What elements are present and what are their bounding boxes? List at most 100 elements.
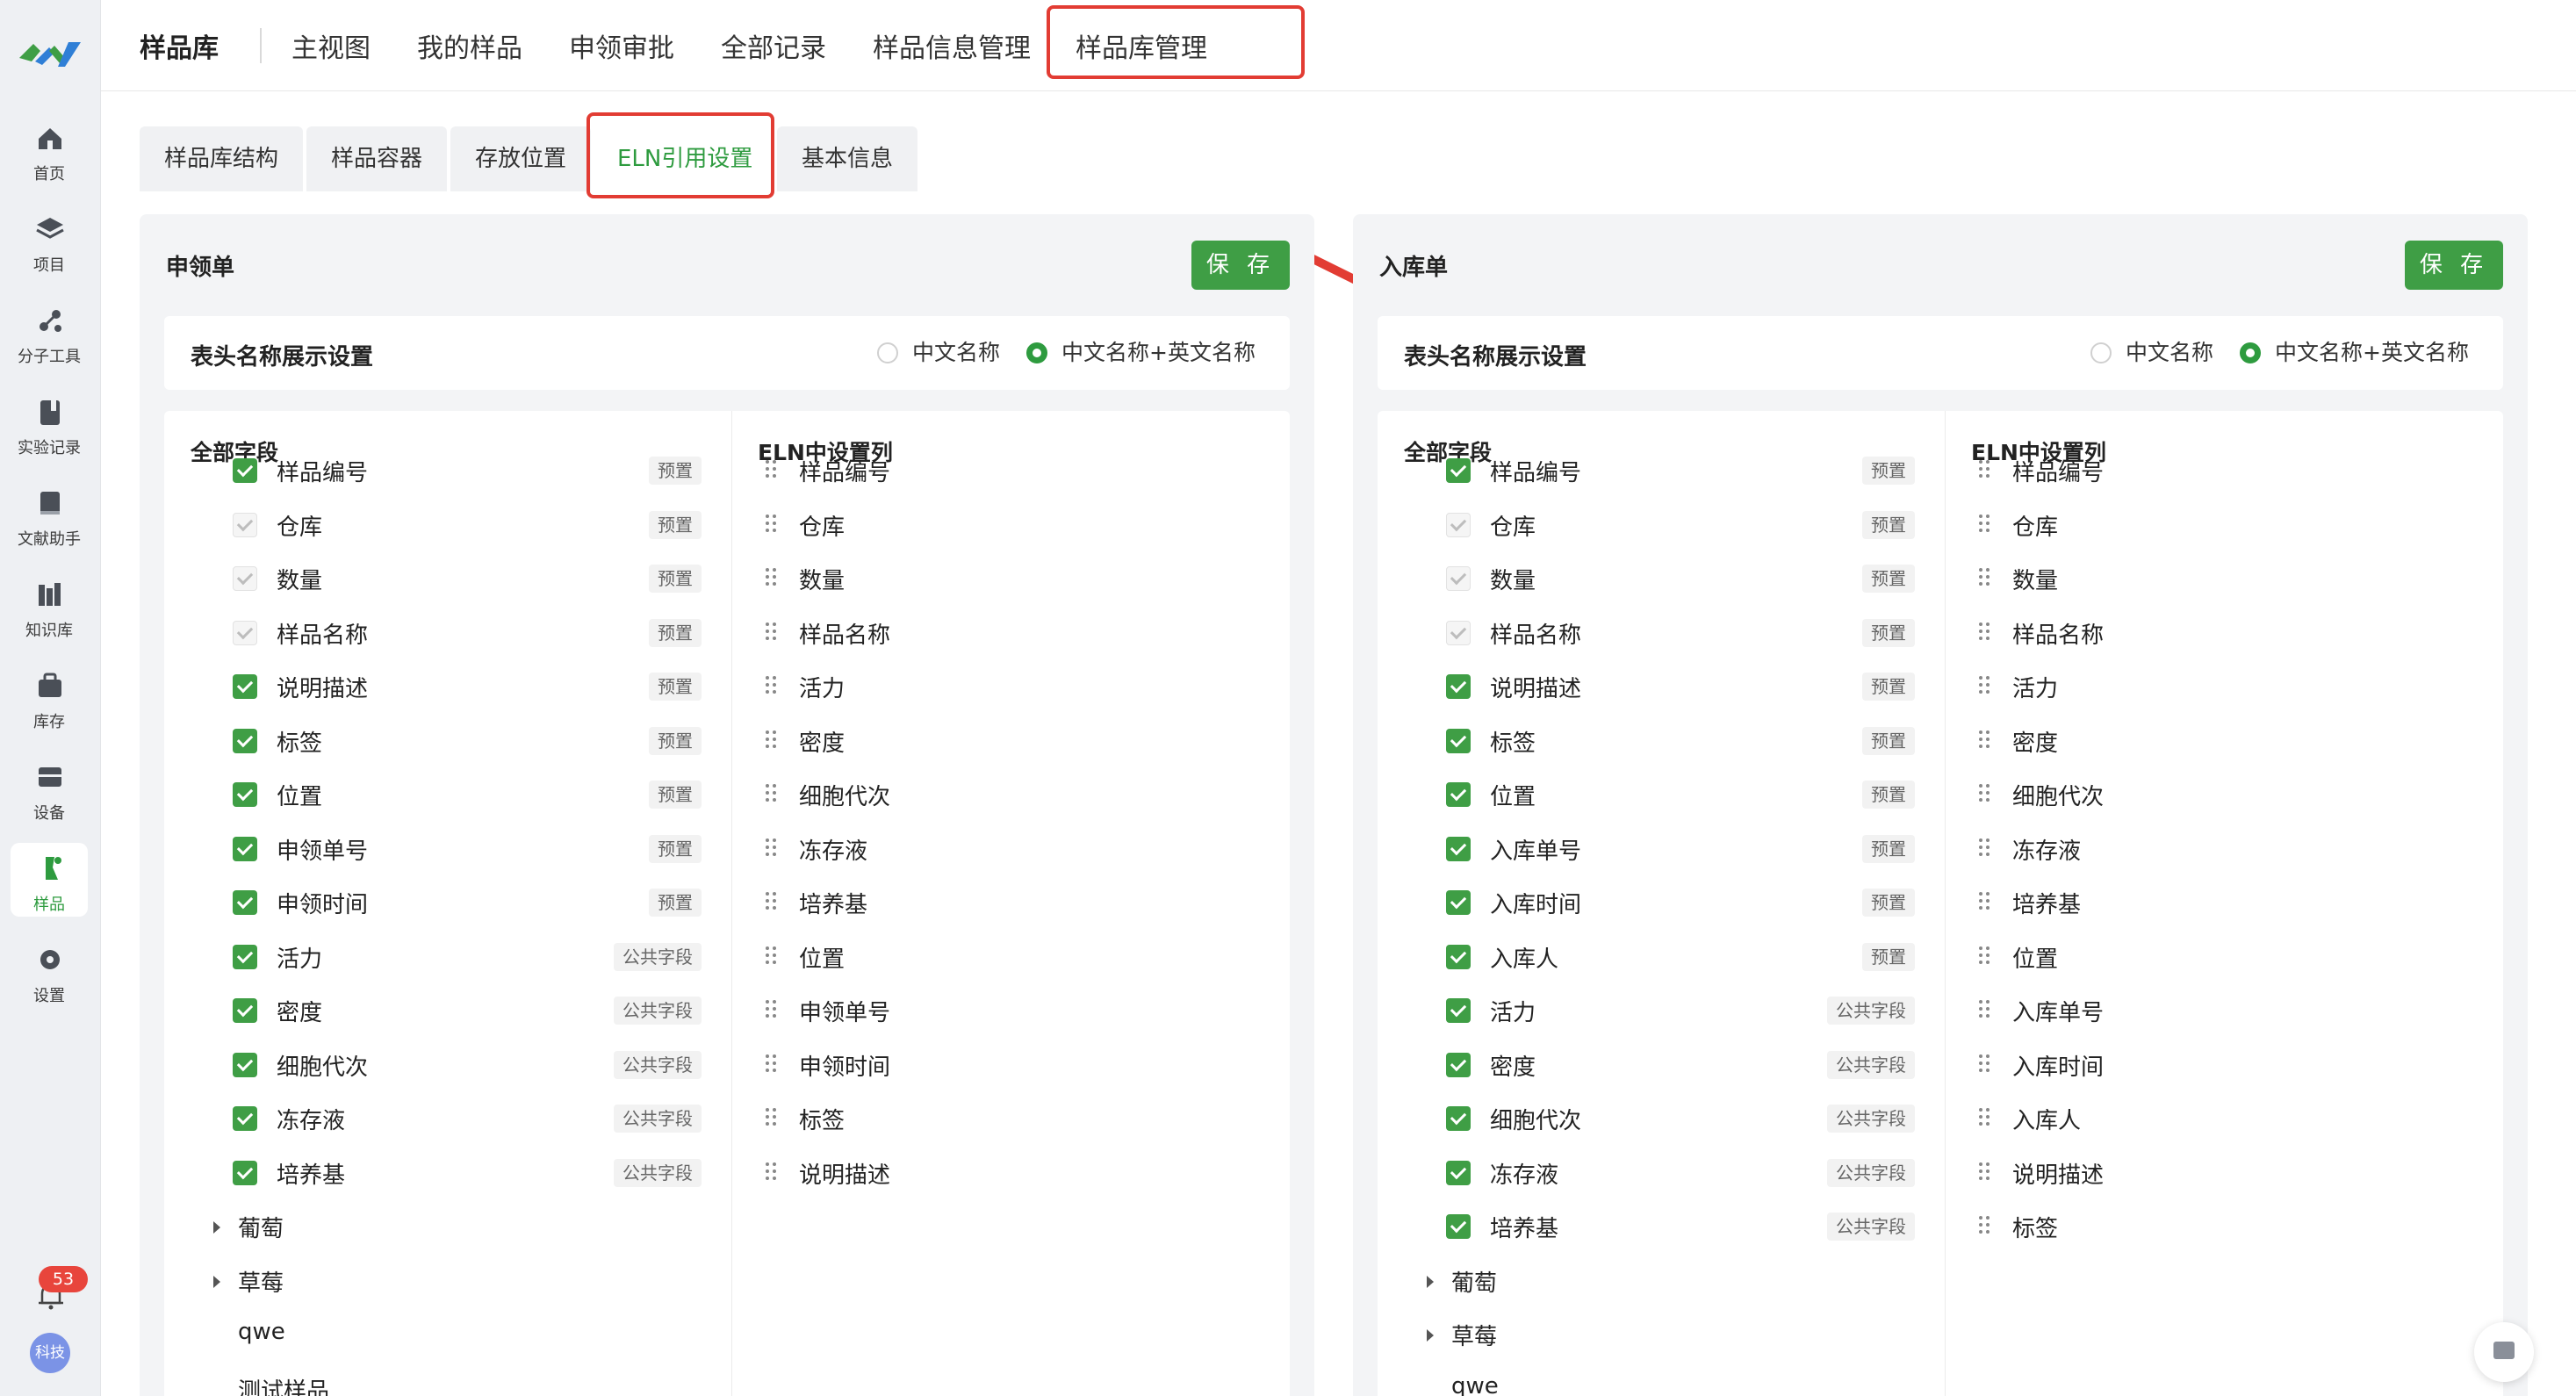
caret-right-icon[interactable]: [213, 1275, 220, 1288]
subtab-sample-containers[interactable]: 样品容器: [306, 126, 448, 191]
drag-handle-icon[interactable]: [1979, 1216, 1991, 1235]
tab-request-approval[interactable]: 申领审批: [569, 26, 674, 65]
drag-handle-icon[interactable]: [766, 1054, 778, 1074]
drag-handle-icon[interactable]: [766, 730, 778, 750]
eln-column-item[interactable]: 位置: [1946, 934, 2503, 978]
field-row[interactable]: 冻存液 公共字段: [164, 1096, 731, 1140]
drag-handle-icon[interactable]: [1979, 460, 1991, 479]
drag-handle-icon[interactable]: [1979, 1162, 1991, 1182]
field-checkbox[interactable]: [233, 944, 257, 969]
radio-chinese-name[interactable]: 中文名称: [877, 337, 1000, 369]
radio-chinese-english-name[interactable]: 中文名称+英文名称: [1026, 337, 1256, 369]
sidebar-item-sample[interactable]: 样品: [11, 843, 88, 917]
eln-column-item[interactable]: 申领单号: [732, 988, 1290, 1032]
eln-column-item[interactable]: 标签: [1946, 1204, 2503, 1248]
field-checkbox[interactable]: [1446, 836, 1471, 861]
drag-handle-icon[interactable]: [766, 676, 778, 695]
drag-handle-icon[interactable]: [766, 568, 778, 587]
tree-item[interactable]: 草莓: [1378, 1312, 1945, 1356]
sidebar-item-layers[interactable]: 项目: [11, 204, 88, 277]
eln-column-item[interactable]: 样品名称: [1946, 610, 2503, 654]
drag-handle-icon[interactable]: [766, 838, 778, 858]
field-checkbox[interactable]: [233, 1052, 257, 1077]
subtab-basic-info[interactable]: 基本信息: [777, 126, 918, 191]
eln-column-item[interactable]: 仓库: [732, 502, 1290, 546]
field-checkbox[interactable]: [233, 836, 257, 861]
sidebar-item-settings[interactable]: 设置: [11, 934, 88, 1008]
field-row[interactable]: 细胞代次 公共字段: [1378, 1096, 1945, 1140]
drag-handle-icon[interactable]: [766, 514, 778, 534]
caret-right-icon[interactable]: [1427, 1275, 1434, 1288]
field-checkbox[interactable]: [233, 782, 257, 807]
field-row[interactable]: 数量 预置: [164, 556, 731, 600]
field-checkbox[interactable]: [233, 458, 257, 483]
field-row[interactable]: 标签 预置: [1378, 718, 1945, 762]
field-row[interactable]: 说明描述 预置: [1378, 664, 1945, 708]
field-checkbox[interactable]: [233, 728, 257, 753]
radio-chinese-english-name[interactable]: 中文名称+英文名称: [2240, 337, 2469, 369]
subtab-library-structure[interactable]: 样品库结构: [140, 126, 304, 191]
eln-column-item[interactable]: 位置: [732, 934, 1290, 978]
field-checkbox[interactable]: [1446, 782, 1471, 807]
tab-main-view[interactable]: 主视图: [291, 26, 371, 65]
eln-column-item[interactable]: 入库单号: [1946, 988, 2503, 1032]
field-row[interactable]: 入库单号 预置: [1378, 826, 1945, 870]
field-row[interactable]: 密度 公共字段: [1378, 1042, 1945, 1086]
field-row[interactable]: 申领时间 预置: [164, 880, 731, 924]
avatar[interactable]: 科技: [30, 1333, 70, 1373]
field-checkbox[interactable]: [1446, 728, 1471, 753]
tree-item[interactable]: 测试样品: [164, 1366, 731, 1396]
eln-column-item[interactable]: 数量: [732, 556, 1290, 600]
field-row[interactable]: 密度 公共字段: [164, 988, 731, 1032]
eln-column-item[interactable]: 标签: [732, 1096, 1290, 1140]
drag-handle-icon[interactable]: [1979, 1000, 1991, 1019]
field-row[interactable]: 仓库 预置: [164, 502, 731, 546]
field-checkbox[interactable]: [1446, 998, 1471, 1023]
eln-column-item[interactable]: 培养基: [1946, 880, 2503, 924]
field-row[interactable]: 样品编号 预置: [1378, 448, 1945, 492]
field-row[interactable]: 样品编号 预置: [164, 448, 731, 492]
sidebar-item-notebook[interactable]: 实验记录: [11, 386, 88, 460]
eln-column-item[interactable]: 说明描述: [1946, 1150, 2503, 1194]
eln-column-item[interactable]: 说明描述: [732, 1150, 1290, 1194]
subtab-storage-location[interactable]: 存放位置: [450, 126, 592, 191]
eln-column-item[interactable]: 细胞代次: [732, 772, 1290, 816]
drag-handle-icon[interactable]: [1979, 1108, 1991, 1127]
eln-column-item[interactable]: 样品编号: [1946, 448, 2503, 492]
field-row[interactable]: 申领单号 预置: [164, 826, 731, 870]
tree-item[interactable]: 草莓: [164, 1258, 731, 1302]
sidebar-item-home[interactable]: 首页: [11, 112, 88, 186]
drag-handle-icon[interactable]: [766, 460, 778, 479]
drag-handle-icon[interactable]: [1979, 838, 1991, 858]
eln-column-item[interactable]: 密度: [1946, 718, 2503, 762]
field-checkbox[interactable]: [1446, 890, 1471, 915]
eln-column-item[interactable]: 仓库: [1946, 502, 2503, 546]
drag-handle-icon[interactable]: [1979, 1054, 1991, 1074]
field-row[interactable]: 说明描述 预置: [164, 664, 731, 708]
field-checkbox[interactable]: [233, 890, 257, 915]
drag-handle-icon[interactable]: [1979, 730, 1991, 750]
eln-column-item[interactable]: 申领时间: [732, 1042, 1290, 1086]
drag-handle-icon[interactable]: [1979, 946, 1991, 966]
caret-right-icon[interactable]: [213, 1221, 220, 1234]
tree-item[interactable]: 葡萄: [1378, 1258, 1945, 1302]
field-checkbox[interactable]: [233, 998, 257, 1023]
sidebar-item-device[interactable]: 设备: [11, 752, 88, 825]
drag-handle-icon[interactable]: [766, 946, 778, 966]
field-row[interactable]: 位置 预置: [164, 772, 731, 816]
eln-column-item[interactable]: 活力: [732, 664, 1290, 708]
field-checkbox[interactable]: [1446, 1214, 1471, 1239]
eln-column-item[interactable]: 细胞代次: [1946, 772, 2503, 816]
field-checkbox[interactable]: [1446, 944, 1471, 969]
field-row[interactable]: 培养基 公共字段: [164, 1150, 731, 1194]
sidebar-item-library[interactable]: 知识库: [11, 569, 88, 643]
drag-handle-icon[interactable]: [766, 1000, 778, 1019]
tree-item[interactable]: 葡萄: [164, 1204, 731, 1248]
drag-handle-icon[interactable]: [766, 892, 778, 911]
field-checkbox[interactable]: [1446, 458, 1471, 483]
tree-item[interactable]: qwe: [164, 1312, 731, 1356]
field-checkbox[interactable]: [1446, 1052, 1471, 1077]
field-checkbox[interactable]: [233, 1106, 257, 1131]
caret-right-icon[interactable]: [1427, 1329, 1434, 1342]
sidebar-item-molecule[interactable]: 分子工具: [11, 295, 88, 369]
